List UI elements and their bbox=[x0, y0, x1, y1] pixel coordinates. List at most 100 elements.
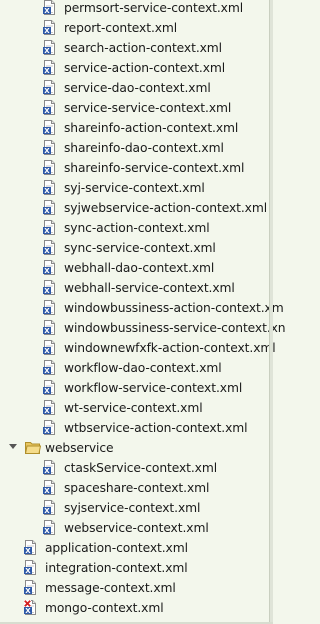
xml-file-icon: X bbox=[43, 380, 56, 395]
tree-file-item[interactable]: Xshareinfo-dao-context.xml bbox=[0, 138, 270, 158]
svg-text:X: X bbox=[44, 347, 50, 355]
xml-file-icon: X bbox=[24, 560, 37, 575]
tree-file-item[interactable]: XctaskService-context.xml bbox=[0, 458, 270, 478]
xml-file-icon: X bbox=[43, 260, 56, 275]
file-label: windowbussiness-action-context.xm bbox=[64, 301, 284, 315]
xml-file-icon: X bbox=[43, 300, 56, 315]
svg-text:X: X bbox=[44, 207, 50, 215]
file-label: workflow-service-context.xml bbox=[64, 381, 243, 395]
svg-text:X: X bbox=[44, 227, 50, 235]
folder-icon bbox=[24, 441, 42, 454]
file-label: service-service-context.xml bbox=[64, 101, 232, 115]
file-label: webhall-service-context.xml bbox=[64, 281, 235, 295]
tree-file-item[interactable]: Xwebhall-dao-context.xml bbox=[0, 258, 270, 278]
tree-file-item[interactable]: Xwebservice-context.xml bbox=[0, 518, 270, 538]
svg-text:X: X bbox=[25, 567, 31, 575]
tree-file-item[interactable]: Xwindowbussiness-service-context.xn bbox=[0, 318, 286, 338]
tree-file-item[interactable]: Xpermsort-service-context.xml bbox=[0, 0, 270, 18]
xml-file-icon: X bbox=[43, 0, 56, 15]
file-label: shareinfo-dao-context.xml bbox=[64, 141, 224, 155]
tree-file-item[interactable]: Xsync-service-context.xml bbox=[0, 238, 270, 258]
tree-file-item[interactable]: Xsearch-action-context.xml bbox=[0, 38, 270, 58]
file-label: wt-service-context.xml bbox=[64, 401, 203, 415]
scrollbar-edge[interactable] bbox=[269, 0, 273, 624]
tree-file-item[interactable]: Xwtbservice-action-context.xml bbox=[0, 418, 270, 438]
tree-folder-webservice[interactable]: webservice bbox=[0, 438, 270, 458]
file-label: workflow-dao-context.xml bbox=[64, 361, 222, 375]
svg-text:X: X bbox=[44, 247, 50, 255]
tree-file-item[interactable]: Xsyj-service-context.xml bbox=[0, 178, 270, 198]
file-label: shareinfo-action-context.xml bbox=[64, 121, 239, 135]
file-label: integration-context.xml bbox=[45, 561, 188, 575]
tree-file-item[interactable]: Xwt-service-context.xml bbox=[0, 398, 270, 418]
svg-text:X: X bbox=[44, 407, 50, 415]
tree-file-item[interactable]: Xshareinfo-action-context.xml bbox=[0, 118, 270, 138]
tree-file-item[interactable]: Xspaceshare-context.xml bbox=[0, 478, 270, 498]
tree-file-item[interactable]: Xintegration-context.xml bbox=[0, 558, 270, 578]
svg-text:X: X bbox=[44, 47, 50, 55]
xml-file-icon: X bbox=[43, 320, 56, 335]
xml-file-icon: X bbox=[43, 480, 56, 495]
xml-file-icon: X bbox=[43, 340, 56, 355]
tree-file-item[interactable]: Xwebhall-service-context.xml bbox=[0, 278, 270, 298]
svg-text:X: X bbox=[44, 507, 50, 515]
file-label: search-action-context.xml bbox=[64, 41, 223, 55]
xml-file-icon: X bbox=[43, 400, 56, 415]
tree-file-item[interactable]: Xreport-context.xml bbox=[0, 18, 270, 38]
xml-file-icon: X bbox=[43, 60, 56, 75]
folder-label: webservice bbox=[45, 441, 114, 455]
xml-file-icon: X bbox=[43, 180, 56, 195]
file-label: sync-service-context.xml bbox=[64, 241, 216, 255]
tree-file-item[interactable]: Xservice-dao-context.xml bbox=[0, 78, 270, 98]
tree-file-item[interactable]: Xworkflow-dao-context.xml bbox=[0, 358, 270, 378]
tree-file-item[interactable]: Xworkflow-service-context.xml bbox=[0, 378, 270, 398]
xml-file-icon: X bbox=[43, 420, 56, 435]
svg-text:X: X bbox=[25, 607, 31, 615]
tree-file-item[interactable]: Xsyjservice-context.xml bbox=[0, 498, 270, 518]
svg-text:X: X bbox=[44, 87, 50, 95]
svg-text:X: X bbox=[25, 587, 31, 595]
svg-text:X: X bbox=[44, 367, 50, 375]
file-label: syjservice-context.xml bbox=[64, 501, 201, 515]
file-label: application-context.xml bbox=[45, 541, 188, 555]
xml-file-icon: X bbox=[43, 100, 56, 115]
file-label: message-context.xml bbox=[45, 581, 176, 595]
xml-file-icon: X bbox=[43, 280, 56, 295]
file-label: syj-service-context.xml bbox=[64, 181, 205, 195]
tree-file-item[interactable]: Xwindownewfxfk-action-context.xml bbox=[0, 338, 276, 358]
svg-text:X: X bbox=[44, 387, 50, 395]
tree-file-item[interactable]: Xservice-service-context.xml bbox=[0, 98, 270, 118]
file-label: windowbussiness-service-context.xn bbox=[64, 321, 286, 335]
expand-arrow-icon[interactable] bbox=[9, 444, 17, 449]
tree-file-item[interactable]: Xsync-action-context.xml bbox=[0, 218, 270, 238]
svg-text:X: X bbox=[44, 307, 50, 315]
file-label: sync-action-context.xml bbox=[64, 221, 210, 235]
xml-file-error-icon: X bbox=[24, 600, 37, 615]
tree-file-item[interactable]: Xwindowbussiness-action-context.xm bbox=[0, 298, 284, 318]
file-label: syjwebservice-action-context.xml bbox=[64, 201, 268, 215]
tree-file-item[interactable]: Xservice-action-context.xml bbox=[0, 58, 270, 78]
xml-file-icon: X bbox=[43, 200, 56, 215]
xml-file-icon: X bbox=[43, 40, 56, 55]
file-label: service-action-context.xml bbox=[64, 61, 226, 75]
xml-file-icon: X bbox=[24, 580, 37, 595]
tree-file-item[interactable]: Xshareinfo-service-context.xml bbox=[0, 158, 270, 178]
xml-file-icon: X bbox=[43, 20, 56, 35]
tree-file-item[interactable]: Xmongo-context.xml bbox=[0, 598, 270, 618]
svg-text:X: X bbox=[44, 7, 50, 15]
svg-text:X: X bbox=[44, 107, 50, 115]
svg-text:X: X bbox=[44, 167, 50, 175]
file-label: permsort-service-context.xml bbox=[64, 1, 244, 15]
svg-text:X: X bbox=[44, 127, 50, 135]
svg-text:X: X bbox=[44, 427, 50, 435]
tree-file-item[interactable]: Xsyjwebservice-action-context.xml bbox=[0, 198, 270, 218]
tree-file-item[interactable]: Xmessage-context.xml bbox=[0, 578, 270, 598]
svg-text:X: X bbox=[44, 147, 50, 155]
xml-file-icon: X bbox=[43, 360, 56, 375]
tree-file-item[interactable]: Xapplication-context.xml bbox=[0, 538, 270, 558]
file-label: shareinfo-service-context.xml bbox=[64, 161, 245, 175]
file-label: wtbservice-action-context.xml bbox=[64, 421, 248, 435]
svg-text:X: X bbox=[44, 287, 50, 295]
svg-text:X: X bbox=[44, 27, 50, 35]
svg-text:X: X bbox=[44, 67, 50, 75]
